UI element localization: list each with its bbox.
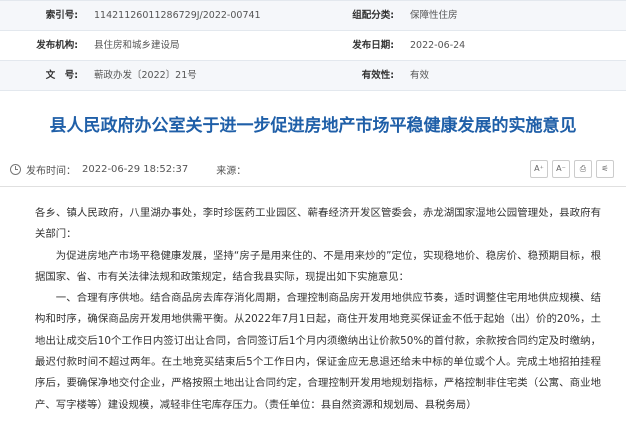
index-number-value: 11421126011286729J/2022-00741: [94, 10, 261, 21]
font-decrease-button[interactable]: A⁻: [552, 160, 570, 178]
source-label: 来源：: [216, 165, 247, 177]
category-value: 保障性住房: [410, 10, 458, 21]
document-number-label: 文 号:: [45, 70, 78, 81]
document-number-value: 蕲政办发〔2022〕21号: [94, 70, 197, 81]
print-button[interactable]: ⎙: [574, 160, 592, 178]
publish-time-value: 2022-06-29 18:52:37: [82, 163, 189, 175]
publish-date-value: 2022-06-24: [410, 40, 466, 51]
publish-date-label: 发布日期:: [352, 40, 394, 51]
share-button[interactable]: ⚟: [596, 160, 614, 178]
publisher-value: 县住房和城乡建设局: [94, 40, 180, 51]
paragraph: 为促进房地产市场平稳健康发展，坚持“房子是用来住的、不是用来炒的”定位，实现稳地…: [35, 249, 601, 283]
document-title: 县人民政府办公室关于进一步促进房地产市场平稳健康发展的实施意见: [49, 116, 577, 136]
document-body: 各乡、镇人民政府，八里湖办事处，李时珍医药工业园区、蕲春经济开发区管委会，赤龙湖…: [35, 203, 601, 416]
paragraph: 一、合理有序供地。结合商品房去库存消化周期，合理控制商品房开发用地供应节奏，适时…: [35, 292, 601, 411]
toolbar: A⁺ A⁻ ⎙ ⚟: [530, 160, 614, 178]
validity-label: 有效性:: [361, 70, 394, 81]
publish-time-label: 发布时间：: [26, 165, 76, 177]
category-label: 组配分类:: [352, 10, 394, 21]
addressee: 各乡、镇人民政府，八里湖办事处，李时珍医药工业园区、蕲春经济开发区管委会，赤龙湖…: [35, 207, 601, 241]
metadata-row: 文 号: 蕲政办发〔2022〕21号 有效性: 有效: [0, 61, 626, 91]
index-number-label: 索引号:: [45, 10, 78, 21]
font-increase-button[interactable]: A⁺: [530, 160, 548, 178]
divider: [0, 186, 626, 187]
info-bar: 发布时间： 2022-06-29 18:52:37 来源： A⁺ A⁻ ⎙ ⚟: [10, 158, 614, 180]
clock-icon: [10, 163, 21, 175]
publisher-label: 发布机构:: [36, 40, 78, 51]
metadata-table: 索引号: 11421126011286729J/2022-00741 组配分类:…: [0, 0, 626, 91]
validity-value: 有效: [410, 70, 430, 81]
metadata-row: 索引号: 11421126011286729J/2022-00741 组配分类:…: [0, 1, 626, 31]
metadata-row: 发布机构: 县住房和城乡建设局 发布日期: 2022-06-24: [0, 31, 626, 61]
